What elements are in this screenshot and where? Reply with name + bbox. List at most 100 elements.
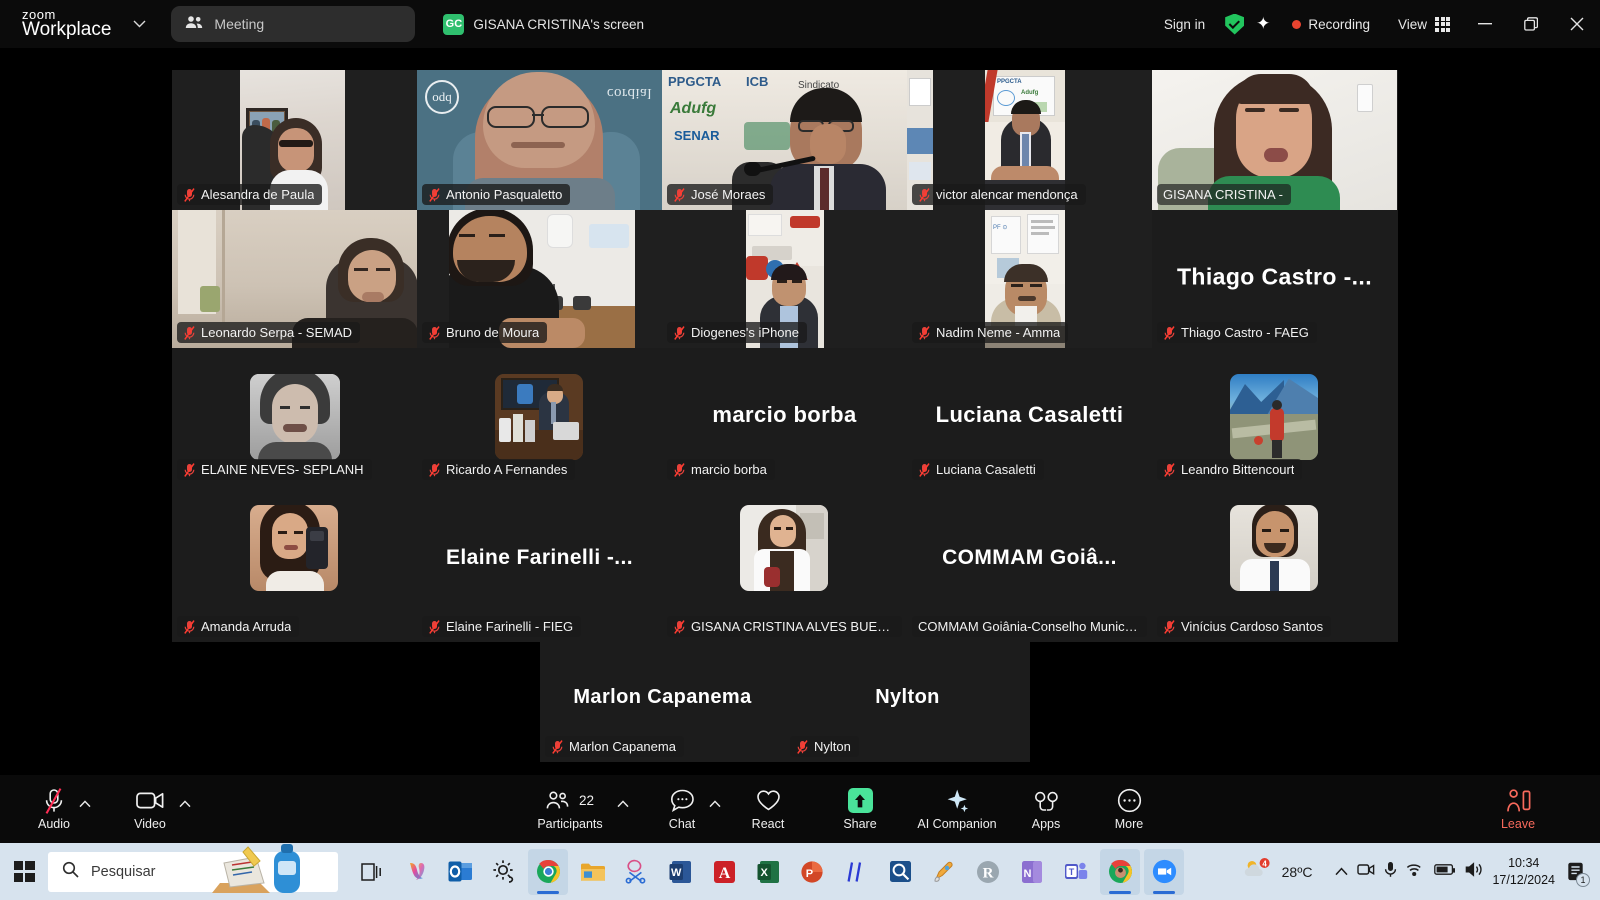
- participant-name-badge: Amanda Arruda: [177, 616, 300, 637]
- shield-check-icon[interactable]: [1225, 13, 1245, 35]
- audio-options-chevron-icon[interactable]: [79, 799, 91, 811]
- chat-options-chevron-icon[interactable]: [709, 799, 721, 811]
- participant-tile[interactable]: COMMAM Goiâ... COMMAM Goiânia-Conselho M…: [907, 485, 1152, 642]
- screen-share-tab[interactable]: GC GISANA CRISTINA's screen: [443, 13, 644, 35]
- participant-tile[interactable]: PF ⊙ Nadim Neme - Amma: [907, 210, 1152, 348]
- participant-tile[interactable]: Marlon Capanema Marlon Capanema: [540, 642, 785, 762]
- mute-icon: [183, 462, 196, 477]
- participant-tile[interactable]: PPGCTA ICB Adufg SENAR Sindicato José Mo…: [662, 70, 907, 210]
- participants-count: 22: [578, 793, 595, 808]
- clock-time: 10:34: [1508, 855, 1540, 870]
- svg-text:P: P: [805, 868, 812, 880]
- participant-tile[interactable]: ELAINE NEVES- SEPLANH: [172, 348, 417, 485]
- svg-text:R: R: [983, 865, 994, 881]
- leave-label: Leave: [1500, 817, 1536, 831]
- mute-icon: [1163, 462, 1176, 477]
- camera-privacy-icon[interactable]: [1357, 861, 1375, 882]
- teams-icon[interactable]: T: [1056, 849, 1096, 895]
- excel-icon[interactable]: X: [748, 849, 788, 895]
- start-button[interactable]: [0, 861, 48, 882]
- outlook-icon[interactable]: [440, 849, 480, 895]
- zoom-icon[interactable]: [1144, 848, 1184, 895]
- sign-in-button[interactable]: Sign in: [1152, 17, 1217, 32]
- participant-tile[interactable]: odq cordial Antonio Pasqualetto: [417, 70, 662, 210]
- clock[interactable]: 10:34 17/12/2024: [1492, 855, 1555, 889]
- participant-tile[interactable]: Leonardo Serpa - SEMAD: [172, 210, 417, 348]
- meeting-tab[interactable]: Meeting: [171, 6, 416, 42]
- heart-icon: [756, 787, 781, 814]
- windows-logo-icon: [13, 861, 35, 882]
- participant-name-badge: Alesandra de Paula: [177, 184, 323, 205]
- participant-tile[interactable]: Luciana Casaletti Luciana Casaletti: [907, 348, 1152, 485]
- chrome-icon[interactable]: [528, 848, 568, 895]
- video-options-chevron-icon[interactable]: [179, 799, 191, 811]
- share-screen-button[interactable]: Share: [833, 775, 887, 843]
- participant-tile-active-speaker[interactable]: GISANA CRISTINA -: [1152, 70, 1397, 210]
- microphone-tray-icon[interactable]: [1384, 861, 1397, 883]
- rstudio-icon[interactable]: R: [968, 849, 1008, 895]
- weather-icon[interactable]: 4: [1243, 857, 1273, 886]
- magnifier-app-icon[interactable]: [880, 849, 920, 895]
- participant-name: marcio borba: [691, 462, 767, 477]
- settings-icon[interactable]: [484, 849, 524, 895]
- view-button[interactable]: View: [1380, 16, 1462, 32]
- notification-center-button[interactable]: 1: [1564, 858, 1590, 887]
- search-illustration-icon: [212, 843, 342, 900]
- minimize-button[interactable]: [1462, 0, 1508, 48]
- volume-icon[interactable]: [1465, 861, 1483, 882]
- participant-tile[interactable]: Diogenes's iPhone: [662, 210, 907, 348]
- task-view-icon[interactable]: [352, 849, 392, 895]
- participant-tile[interactable]: Ricardo A Fernandes: [417, 348, 662, 485]
- hashtag-icon[interactable]: [836, 849, 876, 895]
- participants-button[interactable]: 22 Participants: [529, 775, 611, 843]
- participant-tile[interactable]: Leandro Bittencourt: [1152, 348, 1397, 485]
- system-tray: 4 28ºC 10:34 17/12/2024 1: [1243, 855, 1600, 889]
- ai-sparkle-icon[interactable]: ✦: [1256, 14, 1270, 34]
- powerpoint-icon[interactable]: P: [792, 849, 832, 895]
- word-icon[interactable]: W: [660, 849, 700, 895]
- participant-initials: Marlon Capanema: [573, 685, 752, 708]
- participant-tile[interactable]: Nylton Nylton: [785, 642, 1030, 762]
- chrome-profile-icon[interactable]: [1100, 848, 1140, 895]
- ai-companion-button[interactable]: AI Companion: [904, 775, 1010, 843]
- search-input[interactable]: Pesquisar: [48, 843, 338, 893]
- copilot-icon[interactable]: [396, 849, 436, 895]
- recording-indicator[interactable]: Recording: [1282, 17, 1380, 32]
- share-screen-icon: [847, 787, 873, 814]
- restore-button[interactable]: [1508, 0, 1554, 48]
- show-hidden-icons-chevron-icon[interactable]: [1335, 863, 1348, 881]
- more-button[interactable]: More: [1105, 775, 1153, 843]
- participant-name-badge: Nadim Neme - Amma: [912, 322, 1069, 343]
- participants-options-chevron-icon[interactable]: [617, 799, 629, 811]
- participant-tile[interactable]: Vinícius Cardoso Santos: [1152, 485, 1397, 642]
- file-explorer-icon[interactable]: [572, 849, 612, 895]
- chevron-down-icon[interactable]: [129, 14, 149, 34]
- chat-button[interactable]: Chat: [658, 775, 706, 843]
- participant-name: Vinícius Cardoso Santos: [1181, 619, 1324, 634]
- participant-tile[interactable]: Thiago Castro -... Thiago Castro - FAEG: [1152, 210, 1397, 348]
- participant-tile[interactable]: Bruno de Moura: [417, 210, 662, 348]
- participant-tile[interactable]: Amanda Arruda: [172, 485, 417, 642]
- apps-button[interactable]: Apps: [1022, 775, 1070, 843]
- participant-tile[interactable]: Alesandra de Paula: [172, 70, 417, 210]
- leave-button[interactable]: Leave: [1494, 775, 1542, 843]
- battery-icon[interactable]: [1434, 863, 1456, 881]
- snipping-tool-icon[interactable]: [616, 849, 656, 895]
- participant-name: ELAINE NEVES- SEPLANH: [201, 462, 364, 477]
- react-button[interactable]: React: [744, 775, 792, 843]
- react-label: React: [751, 817, 785, 831]
- participant-name-badge: GISANA CRISTINA -: [1157, 184, 1291, 205]
- paint-icon[interactable]: [924, 849, 964, 895]
- participant-tile[interactable]: PPGCTA Adufg victor alencar mendonça: [907, 70, 1152, 210]
- video-button[interactable]: Video: [126, 775, 174, 843]
- close-button[interactable]: [1554, 0, 1600, 48]
- participant-tile[interactable]: Elaine Farinelli -... Elaine Farinelli -…: [417, 485, 662, 642]
- audio-button[interactable]: Audio: [30, 775, 78, 843]
- acrobat-icon[interactable]: A: [704, 849, 744, 895]
- participant-tile[interactable]: GISANA CRISTINA ALVES BUENO: [662, 485, 907, 642]
- wifi-icon[interactable]: [1406, 862, 1425, 882]
- participant-tile[interactable]: marcio borba marcio borba: [662, 348, 907, 485]
- chat-bubble-icon: [670, 787, 695, 814]
- windows-taskbar: Pesquisar W A X P R N T 4 28ºC 10:34 17/…: [0, 843, 1600, 900]
- onenote-icon[interactable]: N: [1012, 849, 1052, 895]
